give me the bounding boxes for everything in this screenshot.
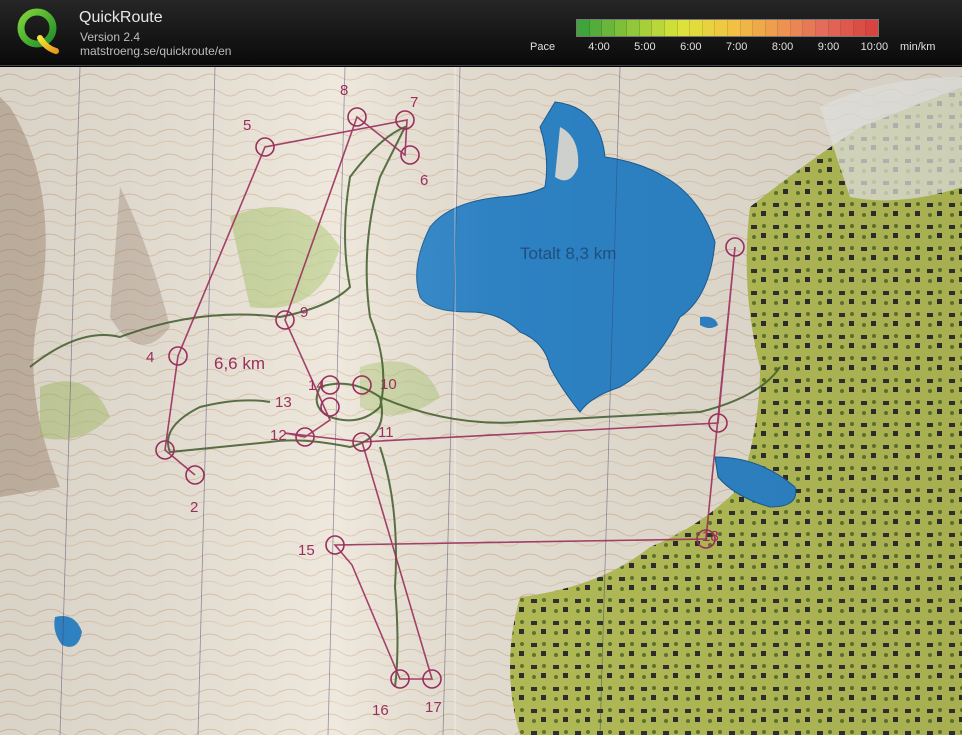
pace-label: Pace: [530, 41, 556, 53]
control-number: 18: [702, 528, 719, 545]
control-number: 16: [372, 702, 389, 719]
pace-tick-label: 6:00: [680, 41, 702, 53]
pace-tick-label: 10:00: [860, 41, 889, 53]
control-number: 8: [340, 82, 348, 99]
pace-scale-segment: [841, 20, 854, 36]
pace-scale-segment: [702, 20, 716, 36]
control-number: 4: [146, 349, 154, 366]
pace-scale-segment: [765, 20, 779, 36]
quickroute-logo-icon: [17, 8, 59, 54]
app-version: Version 2.4: [80, 30, 141, 44]
pace-scale-segment: [740, 20, 754, 36]
orienteering-map[interactable]: 2 4 5 6 7 8 9 10 11 12 13 14 15 16 17 18…: [0, 67, 962, 735]
control-number: 5: [243, 117, 251, 134]
pace-scale-segment: [727, 20, 741, 36]
app-url-link[interactable]: matstroeng.se/quickroute/en: [80, 44, 231, 58]
pace-scale-segment: [639, 20, 653, 36]
pace-scale-segment: [690, 20, 703, 36]
pace-tick-label: 4:00: [588, 41, 610, 53]
pace-scale-segment: [602, 20, 615, 36]
pace-color-scale: [576, 19, 879, 37]
pace-scale-segment: [677, 20, 691, 36]
pace-tick-label: 7:00: [725, 41, 748, 53]
pace-scale-segment: [577, 20, 590, 36]
control-number: 14: [308, 377, 325, 394]
control-number: 6: [420, 172, 428, 189]
pace-scale-segment: [803, 20, 816, 36]
control-number: 10: [380, 376, 397, 393]
short-distance-label: 6,6 km: [214, 354, 265, 373]
paper-shading: [0, 67, 962, 735]
pace-scale-segment: [815, 20, 829, 36]
pace-scale-segment: [866, 20, 878, 36]
pace-scale-segment: [778, 20, 791, 36]
pace-scale-segment: [652, 20, 666, 36]
control-number: 15: [298, 542, 315, 559]
pace-scale-segment: [614, 20, 628, 36]
pace-scale-segment: [853, 20, 867, 36]
app-title: QuickRoute: [79, 9, 163, 26]
pace-scale-segment: [665, 20, 678, 36]
pace-scale-segment: [790, 20, 804, 36]
total-distance-label: Totalt 8,3 km: [520, 244, 616, 263]
pace-tick-label: 9:00: [817, 41, 840, 53]
control-number: 2: [190, 499, 198, 516]
control-number: 9: [300, 304, 308, 321]
pace-scale-segment: [828, 20, 842, 36]
control-number: 17: [425, 699, 442, 716]
control-number: 7: [410, 94, 418, 111]
pace-unit: min/km: [900, 41, 936, 53]
app-header: QuickRoute Version 2.4 matstroeng.se/qui…: [0, 0, 962, 66]
pace-scale-segment: [753, 20, 766, 36]
pace-tick-label: 5:00: [634, 41, 656, 53]
pace-scale-segment: [589, 20, 603, 36]
pace-tick-label: 8:00: [771, 41, 794, 53]
control-number: 13: [275, 394, 292, 411]
pace-scale-segment: [715, 20, 728, 36]
pace-scale-segment: [627, 20, 640, 36]
map-canvas: 2 4 5 6 7 8 9 10 11 12 13 14 15 16 17 18…: [0, 67, 962, 735]
control-number: 11: [378, 424, 394, 441]
control-number: 12: [270, 427, 287, 444]
